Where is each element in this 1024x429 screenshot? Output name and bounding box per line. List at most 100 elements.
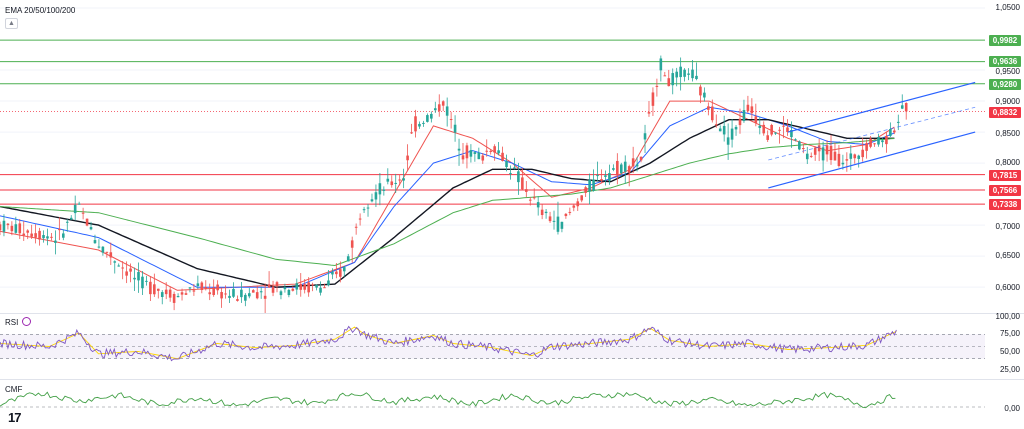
candle-body <box>164 289 168 295</box>
candle-body <box>220 292 223 299</box>
candle-body <box>6 223 10 226</box>
candle-body <box>323 287 326 289</box>
candle-body <box>782 125 785 127</box>
candle-body <box>734 126 738 130</box>
candle-body <box>386 178 390 182</box>
candle-body <box>73 204 77 214</box>
candle-body <box>188 287 192 289</box>
candle-body <box>370 199 374 202</box>
candle-body <box>85 218 89 226</box>
candle-body <box>893 130 896 133</box>
candle-body <box>153 284 156 295</box>
candle-body <box>825 145 829 155</box>
candle-body <box>125 271 128 276</box>
candle-body <box>204 287 208 289</box>
price-axis-label: 0,8500 <box>995 129 1020 138</box>
candle-body <box>176 296 180 298</box>
candle-body <box>845 159 849 161</box>
candle-body <box>532 197 536 199</box>
candle-body <box>240 289 243 298</box>
candle-body <box>299 284 303 290</box>
candle-body <box>255 292 259 299</box>
candle-body <box>536 202 540 208</box>
rsi-title: RSI <box>5 318 19 327</box>
candle-body <box>263 295 267 299</box>
candle-body <box>366 207 370 209</box>
candle-body <box>695 75 698 80</box>
candle-body <box>655 85 659 87</box>
chart-canvas[interactable] <box>0 0 1024 429</box>
candle-body <box>841 162 845 165</box>
candle-body <box>683 69 686 77</box>
rsi-axis-label: 100,00 <box>995 312 1020 321</box>
candle-body <box>509 173 512 175</box>
price-axis-label: 0,9500 <box>995 67 1020 76</box>
price-axis-label: 0,8000 <box>995 158 1020 167</box>
rsi-settings-icon[interactable] <box>22 317 31 326</box>
candle-body <box>564 213 568 217</box>
candle-body <box>612 168 615 170</box>
candle-body <box>798 141 801 150</box>
candle-body <box>521 177 524 190</box>
candle-body <box>707 106 710 110</box>
candle-body <box>62 233 65 238</box>
candle-body <box>691 69 694 79</box>
candle-body <box>216 284 219 291</box>
candle-body <box>623 161 627 172</box>
candle-body <box>754 116 758 123</box>
candle-body <box>904 103 908 112</box>
candle-body <box>224 293 227 295</box>
candle-body <box>608 173 611 182</box>
candle-body <box>390 181 394 186</box>
candle-body <box>251 290 255 293</box>
candle-body <box>525 189 528 192</box>
candle-body <box>540 209 544 215</box>
candle-body <box>271 286 275 293</box>
chevron-up-icon[interactable]: ▲ <box>5 18 18 29</box>
candle-body <box>722 125 726 135</box>
level-tag-support: 0,7815 <box>989 170 1021 181</box>
candle-body <box>422 122 425 124</box>
candle-body <box>160 292 164 297</box>
candle-body <box>259 291 263 293</box>
ema50-line <box>0 106 895 288</box>
candle-body <box>853 154 857 159</box>
candle-body <box>746 104 750 112</box>
candle-body <box>156 288 160 291</box>
price-axis-label: 0,7000 <box>995 222 1020 231</box>
ema100-line <box>0 119 895 288</box>
candle-body <box>556 216 560 232</box>
candle-body <box>766 135 769 140</box>
candle-body <box>65 221 69 223</box>
candle-body <box>283 287 287 290</box>
candle-body <box>137 272 140 281</box>
candle-body <box>402 178 405 181</box>
candle-body <box>861 149 864 158</box>
candle-body <box>54 240 57 243</box>
candle-body <box>481 155 485 161</box>
price-axis-label: 0,6000 <box>995 283 1020 292</box>
trend-upper-line <box>787 81 976 133</box>
candle-body <box>228 295 231 298</box>
candle-body <box>34 233 37 238</box>
candle-body <box>699 86 702 96</box>
candle-body <box>295 283 299 290</box>
candle-body <box>97 246 101 248</box>
candle-body <box>849 153 853 159</box>
candle-body <box>22 233 26 236</box>
candle-body <box>244 294 247 301</box>
level-tag-support: 0,7566 <box>989 185 1021 196</box>
candle-body <box>327 280 330 286</box>
candle-body <box>513 167 516 169</box>
candle-body <box>14 224 18 233</box>
candle-body <box>287 290 291 296</box>
candle-body <box>588 179 591 192</box>
candle-body <box>303 284 307 290</box>
candle-body <box>339 269 342 277</box>
candle-body <box>477 152 481 160</box>
cmf-pane <box>0 391 985 409</box>
trend-mid-line <box>768 106 976 161</box>
rsi-pane <box>0 325 985 362</box>
candle-body <box>133 277 136 280</box>
candle-body <box>865 143 868 151</box>
